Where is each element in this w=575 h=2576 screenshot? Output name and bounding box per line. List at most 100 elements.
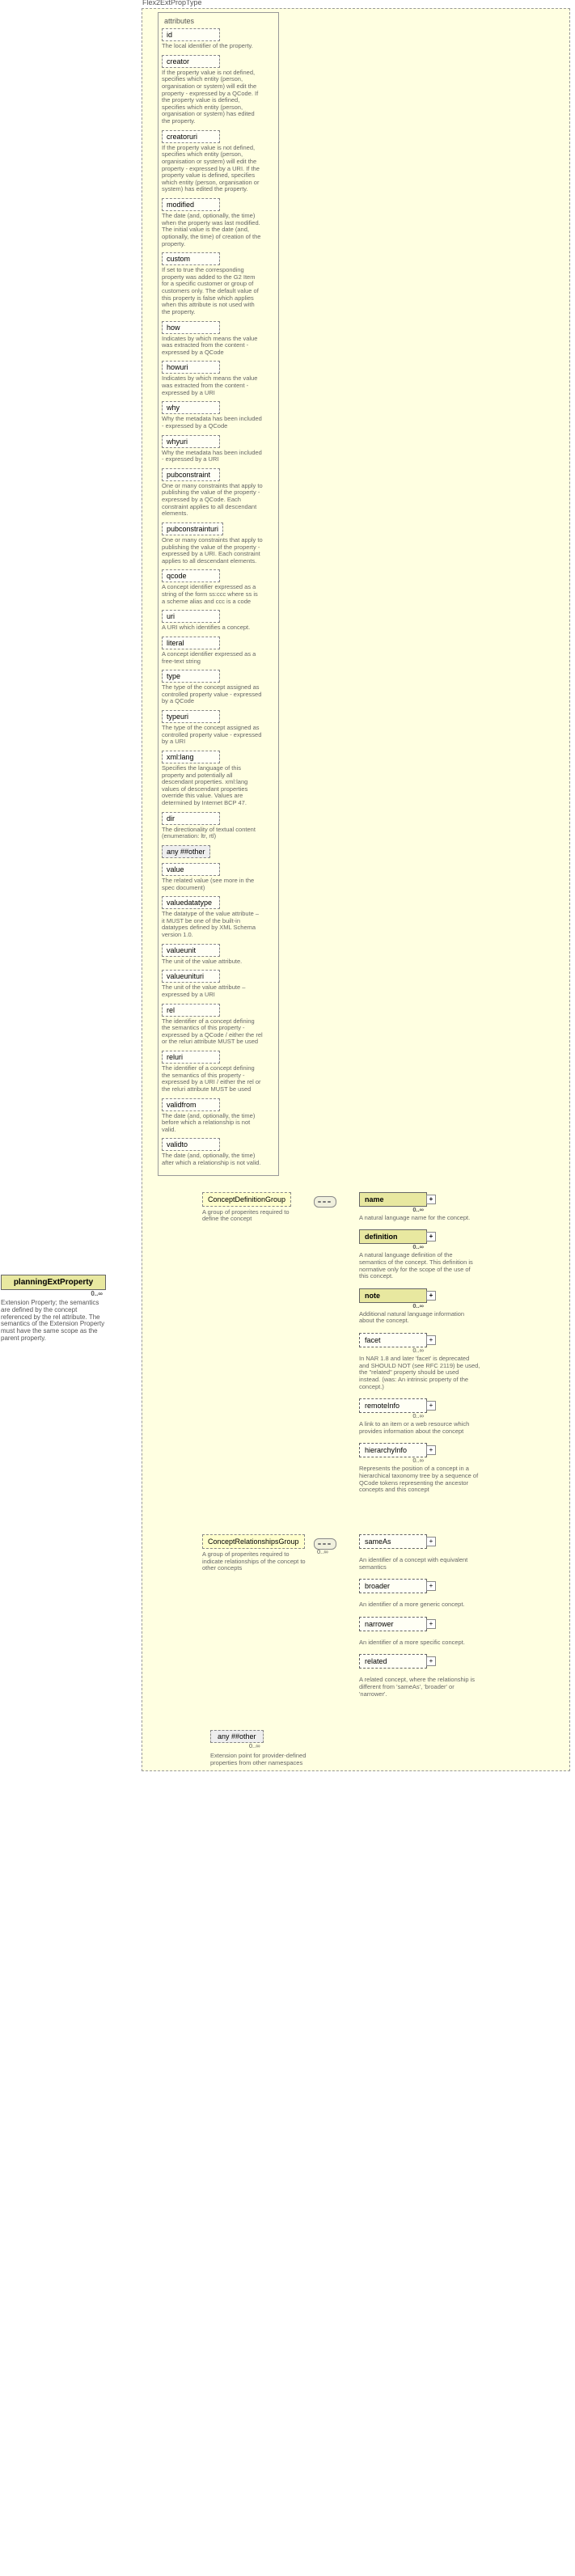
attribute-name[interactable]: reluri — [162, 1051, 220, 1064]
attribute-name[interactable]: uri — [162, 610, 220, 623]
attribute-desc: If the property value is not defined, sp… — [162, 70, 263, 125]
main-occurrence: 0..∞ — [91, 1290, 103, 1297]
attribute-name[interactable]: valueunit — [162, 944, 220, 957]
child-element: broader+An identifier of a more generic … — [359, 1579, 480, 1609]
attribute-name[interactable]: type — [162, 670, 220, 683]
attribute-desc: The related value (see more in the spec … — [162, 878, 263, 891]
any-label: any ##other — [218, 1732, 256, 1741]
attribute-item: validto The date (and, optionally, the ti… — [162, 1138, 275, 1166]
concept-relationships-group[interactable]: ConceptRelationshipsGroup — [202, 1534, 305, 1549]
attribute-name[interactable]: creatoruri — [162, 130, 220, 143]
attribute-name[interactable]: qcode — [162, 569, 220, 582]
child-desc: In NAR 1.8 and later 'facet' is deprecat… — [359, 1356, 480, 1390]
attribute-name[interactable]: id — [162, 28, 220, 41]
attribute-name[interactable]: whyuri — [162, 435, 220, 448]
child-element-box[interactable]: sameAs+ — [359, 1534, 427, 1549]
attribute-name[interactable]: typeuri — [162, 710, 220, 723]
main-element-box[interactable]: planningExtProperty 0..∞ — [1, 1275, 106, 1290]
expand-icon[interactable]: + — [426, 1335, 436, 1345]
attribute-name[interactable]: valuedatatype — [162, 896, 220, 909]
child-element-box[interactable]: facet0..∞+ — [359, 1333, 427, 1347]
expand-icon[interactable]: + — [426, 1291, 436, 1301]
expand-icon[interactable]: + — [426, 1656, 436, 1666]
child-element-box[interactable]: definition0..∞+ — [359, 1229, 427, 1244]
attribute-name[interactable]: xml:lang — [162, 751, 220, 763]
expand-icon[interactable]: + — [426, 1401, 436, 1411]
attribute-name[interactable]: pubconstrainturi — [162, 522, 223, 535]
any-other-attr[interactable]: any ##other — [162, 845, 210, 858]
child-desc: A natural language definition of the sem… — [359, 1252, 480, 1280]
child-element-box[interactable]: narrower+ — [359, 1617, 427, 1631]
concept-definition-group[interactable]: ConceptDefinitionGroup — [202, 1192, 291, 1207]
child-element: facet0..∞+ In NAR 1.8 and later 'facet' i… — [359, 1333, 480, 1390]
attribute-name[interactable]: dir — [162, 812, 220, 825]
type-label: Flex2ExtPropType — [142, 0, 202, 6]
attribute-item: how Indicates by which means the value wa… — [162, 321, 275, 357]
child-element-box[interactable]: remoteInfo0..∞+ — [359, 1398, 427, 1413]
attribute-name[interactable]: validfrom — [162, 1098, 220, 1111]
expand-icon[interactable]: + — [426, 1619, 436, 1629]
group1-name: ConceptDefinitionGroup — [208, 1195, 285, 1203]
attribute-name[interactable]: custom — [162, 252, 220, 265]
child-desc: A link to an item or a web resource whic… — [359, 1421, 480, 1435]
child-element: related+ A related concept, where the rel… — [359, 1654, 480, 1698]
expand-icon[interactable]: + — [426, 1537, 436, 1546]
child-element: note0..∞+Additional natural language inf… — [359, 1288, 480, 1325]
attribute-name[interactable]: value — [162, 863, 220, 876]
child-desc: A related concept, where the relationshi… — [359, 1677, 480, 1698]
child-element: sameAs+An identifier of a concept with e… — [359, 1534, 480, 1571]
child-occurrence: 0..∞ — [412, 1302, 424, 1309]
attribute-name[interactable]: pubconstraint — [162, 468, 220, 481]
attribute-item: whyWhy the metadata has been included - … — [162, 401, 275, 429]
child-desc: An identifier of a more specific concept… — [359, 1639, 480, 1647]
attribute-name[interactable]: rel — [162, 1004, 220, 1017]
child-element-box[interactable]: note0..∞+ — [359, 1288, 427, 1303]
attribute-desc: Indicates by which means the value was e… — [162, 375, 263, 396]
group2-row: ConceptRelationshipsGroup A group of pro… — [146, 1534, 566, 1706]
child-element: definition0..∞+ A natural language defini… — [359, 1229, 480, 1280]
child-element: narrower+ An identifier of a more specifi… — [359, 1617, 480, 1647]
attribute-name[interactable]: howuri — [162, 361, 220, 374]
any-occ: 0..∞ — [249, 1742, 260, 1749]
expand-icon[interactable]: + — [426, 1232, 436, 1241]
attribute-desc: The type of the concept assigned as cont… — [162, 684, 263, 705]
attribute-desc: Indicates by which means the value was e… — [162, 336, 263, 357]
attribute-item: value The related value (see more in the … — [162, 863, 275, 891]
child-occurrence: 0..∞ — [412, 1206, 424, 1213]
child-element-box[interactable]: related+ — [359, 1654, 427, 1669]
attribute-item: qcodeA concept identifier expressed as a… — [162, 569, 275, 605]
child-element: remoteInfo0..∞+ A link to an item or a we… — [359, 1398, 480, 1435]
expand-icon[interactable]: + — [426, 1445, 436, 1455]
attribute-name[interactable]: literal — [162, 637, 220, 649]
attribute-name[interactable]: how — [162, 321, 220, 334]
attribute-item: howuriIndicates by which means the value… — [162, 361, 275, 396]
attribute-name[interactable]: creator — [162, 55, 220, 68]
attribute-desc: The unit of the value attribute. — [162, 958, 263, 966]
child-element-box[interactable]: name0..∞+ — [359, 1192, 427, 1207]
any-other-element[interactable]: any ##other 0..∞ — [210, 1730, 264, 1743]
attribute-desc: If set to true the corresponding propert… — [162, 267, 263, 315]
attribute-name[interactable]: valueunituri — [162, 970, 220, 983]
attribute-desc: One or many constraints that apply to pu… — [162, 537, 263, 565]
attribute-item: xml:langSpecifies the language of this p… — [162, 751, 275, 807]
attribute-item: uriA URI which identifies a concept. — [162, 610, 275, 632]
group2-desc: A group of properites required to indica… — [202, 1551, 307, 1572]
attribute-desc: The local identifier of the property. — [162, 43, 263, 50]
attribute-item: typeThe type of the concept assigned as … — [162, 670, 275, 705]
attribute-name[interactable]: validto — [162, 1138, 220, 1151]
attribute-desc: The date (and, optionally, the time) aft… — [162, 1153, 263, 1166]
child-element-box[interactable]: hierarchyInfo0..∞+ — [359, 1443, 427, 1457]
attribute-desc: One or many constraints that apply to pu… — [162, 483, 263, 518]
attribute-name[interactable]: why — [162, 401, 220, 414]
child-occurrence: 0..∞ — [412, 1347, 424, 1354]
child-element-box[interactable]: broader+ — [359, 1579, 427, 1593]
attribute-name[interactable]: modified — [162, 198, 220, 211]
attribute-desc: The type of the concept assigned as cont… — [162, 725, 263, 746]
expand-icon[interactable]: + — [426, 1195, 436, 1204]
expand-icon[interactable]: + — [426, 1581, 436, 1591]
attribute-item: creatoruriIf the property value is not d… — [162, 130, 275, 193]
main-element: planningExtProperty 0..∞ Extension Prope… — [1, 1275, 106, 1343]
group1-desc: A group of properites required to define… — [202, 1209, 307, 1223]
attribute-item: creator If the property value is not defi… — [162, 55, 275, 125]
extension-any: any ##other 0..∞ Extension point for pro… — [210, 1730, 566, 1766]
